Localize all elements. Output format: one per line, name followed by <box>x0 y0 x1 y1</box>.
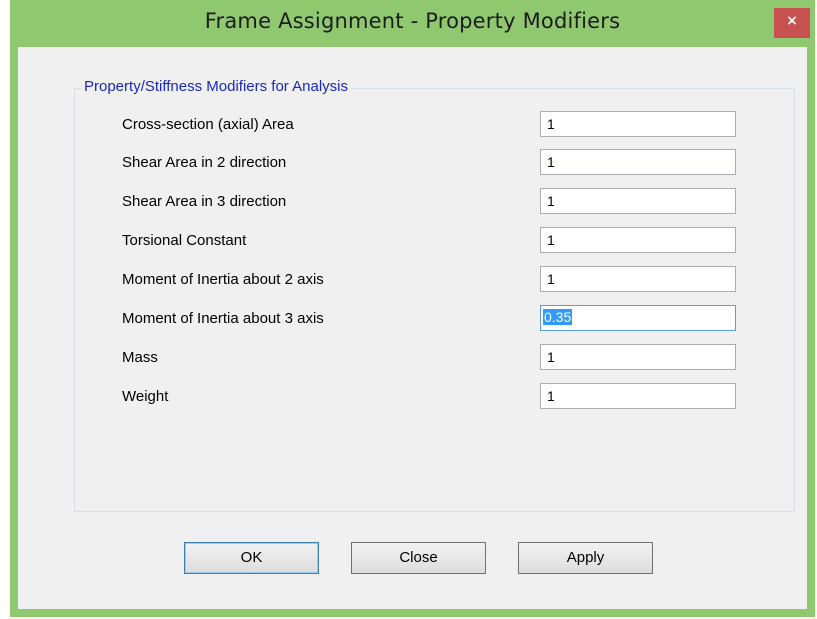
moment-inertia-3-value: 0.35 <box>543 309 573 325</box>
label-cross-section-area: Cross-section (axial) Area <box>122 116 294 133</box>
title-bar[interactable]: Frame Assignment - Property Modifiers × <box>10 0 815 47</box>
dialog-window: Frame Assignment - Property Modifiers × … <box>10 0 815 617</box>
label-moment-inertia-2: Moment of Inertia about 2 axis <box>122 271 324 288</box>
mass-field[interactable]: 1 <box>540 344 736 370</box>
label-torsional-constant: Torsional Constant <box>122 232 247 249</box>
dialog-body: Property/Stiffness Modifiers for Analysi… <box>18 47 807 609</box>
weight-field[interactable]: 1 <box>540 383 736 409</box>
close-icon: × <box>786 13 798 29</box>
cross-section-area-value: 1 <box>547 116 555 132</box>
close-window-button[interactable]: × <box>774 8 810 38</box>
label-shear-area-3: Shear Area in 3 direction <box>122 193 287 210</box>
weight-value: 1 <box>547 388 555 404</box>
label-weight: Weight <box>122 388 169 405</box>
moment-inertia-2-field[interactable]: 1 <box>540 266 736 292</box>
label-shear-area-2: Shear Area in 2 direction <box>122 154 287 171</box>
close-button[interactable]: Close <box>351 542 486 574</box>
ok-button[interactable]: OK <box>184 542 319 574</box>
shear-area-3-field[interactable]: 1 <box>540 188 736 214</box>
moment-inertia-2-value: 1 <box>547 271 555 287</box>
label-moment-inertia-3: Moment of Inertia about 3 axis <box>122 310 324 327</box>
window-title: Frame Assignment - Property Modifiers <box>204 9 621 33</box>
torsional-constant-field[interactable]: 1 <box>540 227 736 253</box>
cross-section-area-field[interactable]: 1 <box>540 111 736 137</box>
shear-area-2-value: 1 <box>547 154 555 170</box>
mass-value: 1 <box>547 349 555 365</box>
shear-area-2-field[interactable]: 1 <box>540 149 736 175</box>
apply-button[interactable]: Apply <box>518 542 653 574</box>
shear-area-3-value: 1 <box>547 193 555 209</box>
torsional-constant-value: 1 <box>547 232 555 248</box>
groupbox-legend: Property/Stiffness Modifiers for Analysi… <box>81 78 351 95</box>
label-mass: Mass <box>122 349 158 366</box>
moment-inertia-3-field[interactable]: 0.35 <box>540 305 736 331</box>
